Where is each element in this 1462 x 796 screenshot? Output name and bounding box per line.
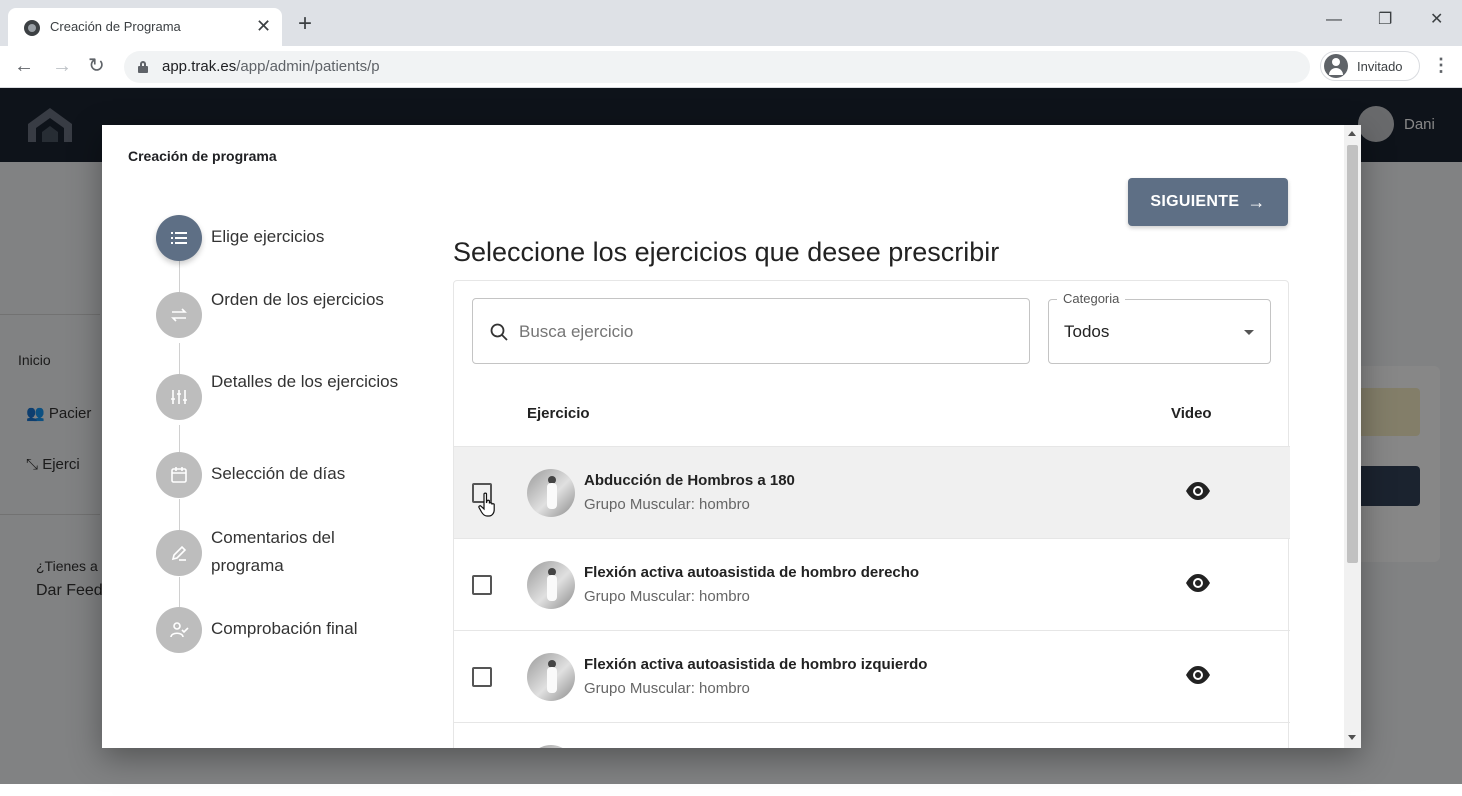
exercise-group: Grupo Muscular: hombro [584, 588, 750, 605]
table-row[interactable]: Flexión activa autoasistida de hombro de… [454, 538, 1290, 630]
tab-title: Creación de Programa [50, 19, 181, 34]
next-button-label: SIGUIENTE [1150, 193, 1240, 210]
browser-tab-active[interactable]: Creación de Programa ✕ [8, 8, 282, 46]
row-checkbox[interactable] [472, 667, 492, 687]
program-creation-modal: Creación de programa Elige ejercicios Or… [102, 125, 1361, 748]
url-host: app.trak.es [162, 58, 237, 75]
table-row[interactable] [454, 722, 1290, 748]
column-header-video: Video [1171, 405, 1212, 422]
eye-icon[interactable] [1185, 573, 1211, 593]
modal-scrollbar[interactable] [1344, 125, 1361, 748]
content-heading: Seleccione los ejercicios que desee pres… [453, 237, 1000, 267]
exercise-name: Abducción de Hombros a 180 [584, 472, 795, 489]
arrow-right-icon: → [1247, 191, 1266, 212]
list-icon [156, 215, 202, 261]
search-input[interactable] [519, 317, 999, 347]
exercise-group: Grupo Muscular: hombro [584, 496, 750, 513]
category-label: Categoria [1057, 291, 1126, 306]
window-close-icon[interactable]: ✕ [1430, 10, 1443, 30]
table-row[interactable]: Flexión activa autoasistida de hombro iz… [454, 630, 1290, 722]
exercise-group: Grupo Muscular: hombro [584, 680, 750, 697]
search-field[interactable] [472, 298, 1030, 364]
user-check-icon [156, 607, 202, 653]
new-tab-icon[interactable]: + [298, 12, 312, 36]
exercise-name: Flexión activa autoasistida de hombro iz… [584, 656, 928, 673]
category-value: Todos [1064, 322, 1110, 341]
tab-close-icon[interactable]: ✕ [256, 16, 271, 36]
exercise-table-card: Categoria Todos Ejercicio Video Abducció… [453, 280, 1290, 748]
sliders-icon [156, 374, 202, 420]
minimize-icon[interactable]: — [1326, 10, 1342, 30]
row-checkbox[interactable] [472, 575, 492, 595]
pencil-icon [156, 530, 202, 576]
favicon-icon [24, 20, 40, 36]
column-header-exercise: Ejercicio [527, 405, 590, 422]
scroll-down-icon[interactable] [1348, 735, 1356, 740]
category-select[interactable]: Categoria Todos [1048, 291, 1271, 364]
eye-icon[interactable] [1185, 665, 1211, 685]
exercise-thumbnail [527, 469, 575, 517]
eye-icon[interactable] [1185, 481, 1211, 501]
swap-icon [156, 292, 202, 338]
step-label: Comentarios del programa [211, 528, 335, 575]
chevron-down-icon [1244, 330, 1254, 335]
search-icon [490, 323, 508, 341]
step-label: Orden de los ejercicios [211, 290, 384, 309]
scroll-up-icon[interactable] [1348, 131, 1356, 136]
step-label: Comprobación final [211, 619, 358, 638]
browser-window: Creación de Programa ✕ + — ❐ ✕ ← → ↻ app… [0, 0, 1462, 796]
step-label: Elige ejercicios [211, 227, 325, 246]
exercise-thumbnail [527, 653, 575, 701]
address-bar[interactable]: app.trak.es/app/admin/patients/p [124, 51, 1310, 83]
tab-strip: Creación de Programa ✕ + — ❐ ✕ [0, 0, 1462, 46]
calendar-icon [156, 452, 202, 498]
kebab-menu-icon[interactable]: ⋮ [1432, 55, 1450, 75]
browser-toolbar: ← → ↻ app.trak.es/app/admin/patients/p I… [0, 46, 1462, 88]
restore-icon[interactable]: ❐ [1378, 10, 1392, 30]
profile-label: Invitado [1357, 59, 1403, 74]
lock-icon [138, 61, 148, 73]
profile-avatar-icon [1324, 54, 1348, 78]
modal-title: Creación de programa [128, 148, 277, 164]
back-icon[interactable]: ← [14, 54, 34, 78]
scrollbar-thumb[interactable] [1347, 145, 1358, 563]
hand-cursor-icon [478, 492, 495, 517]
next-button[interactable]: SIGUIENTE → [1128, 178, 1288, 226]
reload-icon[interactable]: ↻ [88, 54, 105, 78]
profile-button[interactable]: Invitado [1320, 51, 1420, 81]
forward-icon[interactable]: → [52, 54, 72, 78]
step-label: Detalles de los ejercicios [211, 372, 399, 391]
exercise-thumbnail [527, 561, 575, 609]
step-connector [179, 499, 180, 531]
table-row[interactable]: Abducción de Hombros a 180 Grupo Muscula… [454, 446, 1290, 538]
url-text: app.trak.es/app/admin/patients/p [162, 58, 380, 75]
url-path: /app/admin/patients/p [236, 58, 380, 75]
step-connector [179, 425, 180, 453]
step-connector [179, 577, 180, 607]
step-label: Selección de días [211, 464, 346, 483]
exercise-thumbnail [527, 745, 575, 748]
exercise-name: Flexión activa autoasistida de hombro de… [584, 564, 920, 581]
